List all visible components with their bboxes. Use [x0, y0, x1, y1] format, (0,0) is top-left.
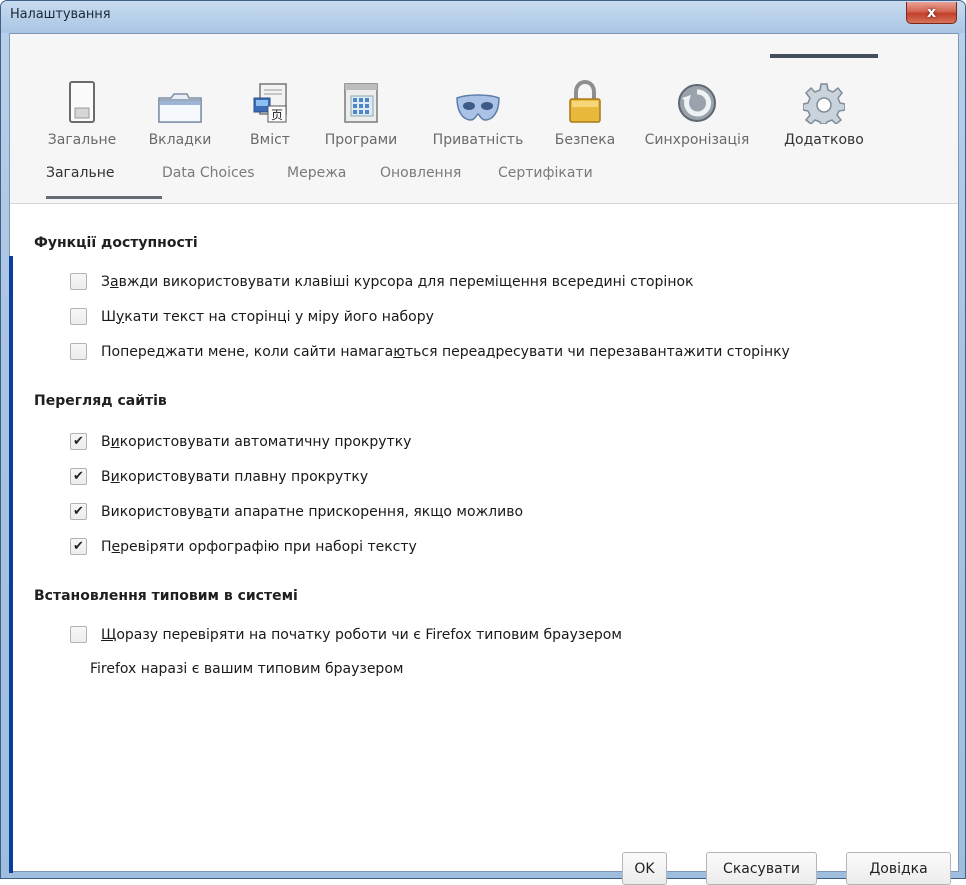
close-icon: x — [926, 4, 937, 21]
applications-icon — [318, 74, 404, 124]
warn-redirect-label: Попереджати мене, коли сайти намагаються… — [101, 343, 790, 360]
spellcheck-label: Перевіряти орфографію при наборі тексту — [101, 538, 417, 555]
check-default-browser-label: Щоразу перевіряти на початку роботи чи є… — [101, 626, 622, 643]
spellcheck-checkbox[interactable]: ✔ — [70, 538, 87, 555]
checkbox-row-check-default-browser[interactable]: Щоразу перевіряти на початку роботи чи є… — [70, 626, 622, 643]
pane-advanced-label: Додатково — [784, 132, 864, 148]
pane-applications-label: Програми — [324, 132, 398, 148]
caret-browsing-label: Завжди використовувати клавіші курсора д… — [101, 273, 694, 290]
subtab-data-choices[interactable]: Data Choices — [162, 165, 255, 181]
hardware-accel-label: Використовувати апаратне прискорення, як… — [101, 503, 524, 520]
pane-advanced[interactable]: Додатково — [770, 74, 878, 148]
tabs-icon — [140, 74, 220, 124]
ok-button-label: OK — [634, 860, 655, 877]
system-defaults-group-title: Встановлення типовим в системі — [34, 588, 298, 604]
caret-browsing-checkbox[interactable] — [70, 273, 87, 290]
search-as-type-label: Шукати текст на сторінці у міру його наб… — [101, 308, 434, 325]
pane-sync[interactable]: Синхронізація — [637, 74, 757, 148]
search-as-type-checkbox[interactable] — [70, 308, 87, 325]
privacy-mask-icon — [424, 74, 532, 124]
autoscroll-checkbox[interactable]: ✔ — [70, 433, 87, 450]
help-button[interactable]: Довідка — [846, 852, 951, 885]
sync-icon — [637, 74, 757, 124]
accessibility-group-title: Функції доступності — [34, 235, 198, 251]
pane-privacy[interactable]: Приватність — [424, 74, 532, 148]
title-bar[interactable]: Налаштування x — [1, 1, 965, 33]
dialog-window: Налаштування x Загальне Вкладки 页 Вміст … — [0, 0, 966, 885]
pane-content-label: Вміст — [250, 132, 290, 148]
smooth-scroll-checkbox[interactable]: ✔ — [70, 468, 87, 485]
security-lock-icon — [550, 74, 620, 124]
checkbox-row-spellcheck[interactable]: ✔ Перевіряти орфографію при наборі текст… — [70, 538, 417, 555]
subtab-certificates[interactable]: Сертифікати — [498, 165, 593, 181]
pane-tabs-label: Вкладки — [148, 132, 212, 148]
checkbox-row-smooth-scroll[interactable]: ✔ Використовувати плавну прокрутку — [70, 468, 368, 485]
default-browser-status: Firefox наразі є вашим типовим браузером — [90, 661, 404, 677]
general-subtab-content: Функції доступності Завжди використовува… — [10, 205, 958, 885]
svg-text:页: 页 — [271, 108, 283, 122]
general-icon — [42, 74, 122, 124]
prefs-header: Загальне Вкладки 页 Вміст Програми Приват… — [10, 34, 958, 204]
pane-security[interactable]: Безпека — [550, 74, 620, 148]
dialog-client-area: Загальне Вкладки 页 Вміст Програми Приват… — [9, 33, 959, 885]
close-button[interactable]: x — [906, 2, 957, 24]
browsing-group-title: Перегляд сайтів — [34, 393, 167, 409]
cancel-button[interactable]: Скасувати — [706, 852, 817, 885]
pane-sync-label: Синхронізація — [644, 132, 750, 148]
subtab-update[interactable]: Оновлення — [380, 165, 461, 181]
content-icon: 页 — [235, 74, 305, 124]
smooth-scroll-label: Використовувати плавну прокрутку — [101, 468, 369, 485]
pane-tabs[interactable]: Вкладки — [140, 74, 220, 148]
cancel-button-label: Скасувати — [723, 860, 800, 877]
pane-content[interactable]: 页 Вміст — [235, 74, 305, 148]
pane-applications[interactable]: Програми — [318, 74, 404, 148]
hardware-accel-checkbox[interactable]: ✔ — [70, 503, 87, 520]
ok-button[interactable]: OK — [622, 852, 667, 885]
checkbox-row-autoscroll[interactable]: ✔ Використовувати автоматичну прокрутку — [70, 433, 411, 450]
checkbox-row-warn-redirect[interactable]: Попереджати мене, коли сайти намагаються… — [70, 343, 790, 360]
advanced-gear-icon — [770, 74, 878, 124]
check-default-browser-checkbox[interactable] — [70, 626, 87, 643]
pane-general-label: Загальне — [47, 132, 117, 148]
pane-privacy-label: Приватність — [432, 132, 524, 148]
subtab-network[interactable]: Мережа — [287, 165, 346, 181]
checkbox-row-hardware-accel[interactable]: ✔ Використовувати апаратне прискорення, … — [70, 503, 523, 520]
help-button-label: Довідка — [869, 860, 928, 877]
warn-redirect-checkbox[interactable] — [70, 343, 87, 360]
subtab-selected-underline — [46, 196, 162, 199]
pane-general[interactable]: Загальне — [42, 74, 122, 148]
pane-security-label: Безпека — [554, 132, 616, 148]
selected-pane-indicator — [770, 54, 878, 58]
checkbox-row-search-as-type[interactable]: Шукати текст на сторінці у міру його наб… — [70, 308, 434, 325]
checkbox-row-caret-browsing[interactable]: Завжди використовувати клавіші курсора д… — [70, 273, 694, 290]
autoscroll-label: Використовувати автоматичну прокрутку — [101, 433, 412, 450]
subtab-general[interactable]: Загальне — [46, 165, 114, 181]
window-title: Налаштування — [10, 7, 111, 22]
